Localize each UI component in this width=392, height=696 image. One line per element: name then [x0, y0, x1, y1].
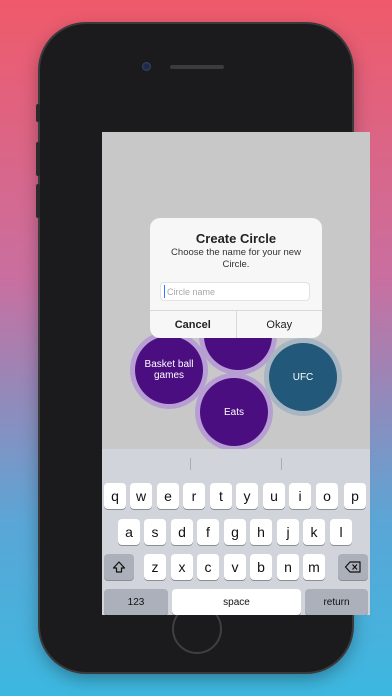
- create-circle-dialog: Create Circle Choose the name for your n…: [150, 218, 322, 338]
- key-g[interactable]: g: [224, 519, 246, 545]
- key-m[interactable]: m: [303, 554, 325, 580]
- shift-arrow-icon: [112, 561, 126, 573]
- key-n[interactable]: n: [277, 554, 299, 580]
- key-b[interactable]: b: [250, 554, 272, 580]
- backspace-icon: [344, 561, 361, 573]
- key-w[interactable]: w: [130, 483, 152, 509]
- circle-label: UFC: [292, 371, 314, 383]
- suggestion-bar: [102, 449, 370, 479]
- key-z[interactable]: z: [144, 554, 166, 580]
- return-key[interactable]: return: [305, 589, 368, 615]
- numbers-key[interactable]: 123: [104, 589, 168, 615]
- key-d[interactable]: d: [171, 519, 193, 545]
- key-l[interactable]: l: [330, 519, 352, 545]
- key-c[interactable]: c: [197, 554, 219, 580]
- space-key[interactable]: space: [172, 589, 301, 615]
- circle-name-input[interactable]: [160, 282, 310, 301]
- key-j[interactable]: j: [277, 519, 299, 545]
- shift-key[interactable]: [104, 554, 134, 580]
- volume-down-button: [36, 184, 40, 218]
- circle-label: Eats: [223, 406, 244, 418]
- key-k[interactable]: k: [303, 519, 325, 545]
- app-screen: Basket ball games Eats UFC Create Circle…: [102, 132, 370, 615]
- dialog-actions: Cancel Okay: [150, 310, 322, 338]
- circle-basketball[interactable]: Basket ball games: [135, 336, 203, 404]
- key-o[interactable]: o: [316, 483, 338, 509]
- circle-ufc[interactable]: UFC: [269, 343, 337, 411]
- circle-label: Basket ball games: [144, 359, 194, 381]
- dialog-message: Choose the name for your new Circle.: [171, 247, 301, 270]
- key-x[interactable]: x: [171, 554, 193, 580]
- key-a[interactable]: a: [118, 519, 140, 545]
- cancel-button[interactable]: Cancel: [150, 311, 237, 338]
- mute-switch: [36, 104, 40, 122]
- circle-eats[interactable]: Eats: [200, 378, 268, 446]
- software-keyboard: q w e r t y u i o p a s d f g h j k l z …: [102, 449, 370, 615]
- text-cursor: [164, 285, 165, 298]
- delete-key[interactable]: [338, 554, 368, 580]
- okay-button[interactable]: Okay: [237, 311, 323, 338]
- key-e[interactable]: e: [157, 483, 179, 509]
- phone-frame: Basket ball games Eats UFC Create Circle…: [36, 24, 370, 672]
- earpiece-speaker: [170, 65, 224, 69]
- key-i[interactable]: i: [289, 483, 311, 509]
- key-u[interactable]: u: [263, 483, 285, 509]
- suggestion-divider: [281, 458, 282, 470]
- key-v[interactable]: v: [224, 554, 246, 580]
- key-s[interactable]: s: [144, 519, 166, 545]
- key-t[interactable]: t: [210, 483, 232, 509]
- dialog-title: Create Circle: [195, 231, 277, 246]
- key-p[interactable]: p: [344, 483, 366, 509]
- key-y[interactable]: y: [236, 483, 258, 509]
- volume-up-button: [36, 142, 40, 176]
- key-r[interactable]: r: [183, 483, 205, 509]
- key-f[interactable]: f: [197, 519, 219, 545]
- suggestion-divider: [190, 458, 191, 470]
- key-h[interactable]: h: [250, 519, 272, 545]
- front-camera: [142, 62, 151, 71]
- key-q[interactable]: q: [104, 483, 126, 509]
